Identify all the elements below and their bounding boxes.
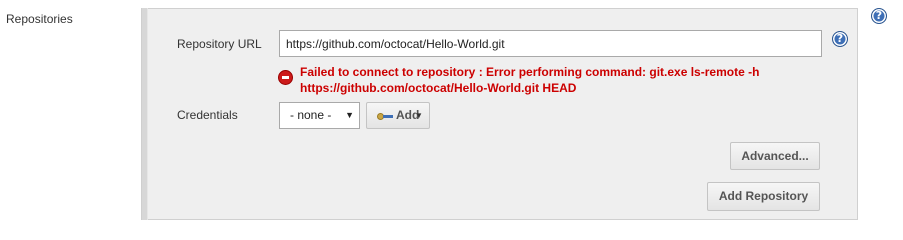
credentials-label: Credentials bbox=[177, 108, 238, 122]
error-message-line-1: Failed to connect to repository : Error … bbox=[300, 65, 760, 79]
add-repository-button[interactable]: Add Repository bbox=[707, 182, 820, 211]
credentials-selected-value: - none - bbox=[290, 108, 332, 122]
section-indent-rule bbox=[141, 8, 148, 220]
repository-url-help-icon[interactable]: ? bbox=[832, 31, 848, 47]
dropdown-caret-icon: ▼ bbox=[415, 111, 423, 120]
repository-url-input[interactable] bbox=[279, 30, 822, 57]
help-icon[interactable]: ? bbox=[871, 8, 887, 24]
section-label-repositories: Repositories bbox=[6, 12, 73, 26]
add-credentials-button[interactable]: Add ▼ bbox=[366, 102, 430, 129]
chevron-down-icon: ▼ bbox=[345, 110, 354, 120]
repository-url-label: Repository URL bbox=[177, 37, 262, 51]
error-icon bbox=[278, 70, 293, 85]
key-icon bbox=[377, 111, 393, 121]
error-message: Failed to connect to repository : Error … bbox=[300, 64, 820, 96]
advanced-button[interactable]: Advanced... bbox=[730, 142, 820, 170]
credentials-select[interactable]: - none - ▼ bbox=[279, 102, 360, 129]
error-message-line-2: https://github.com/octocat/Hello-World.g… bbox=[300, 81, 577, 95]
